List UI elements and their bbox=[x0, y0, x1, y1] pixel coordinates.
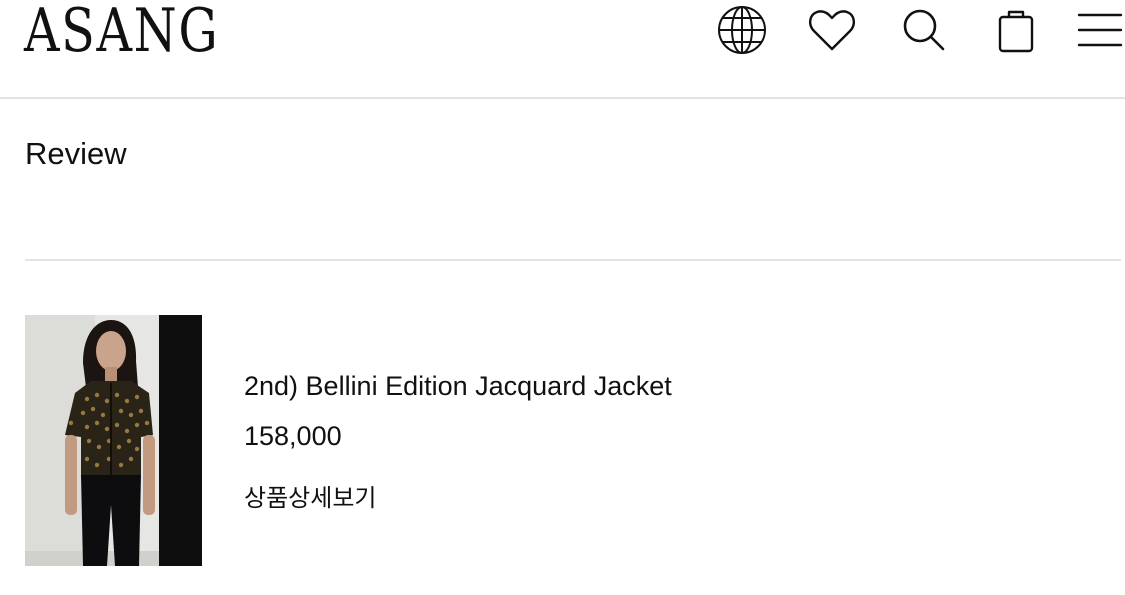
product-detail-link[interactable]: 상품상세보기 bbox=[244, 478, 376, 513]
shopping-bag-icon[interactable] bbox=[990, 4, 1042, 56]
product-image[interactable] bbox=[25, 315, 202, 566]
search-icon[interactable] bbox=[898, 4, 950, 56]
menu-icon[interactable] bbox=[1074, 4, 1125, 56]
product-price: 158,000 bbox=[244, 421, 342, 451]
globe-icon[interactable] bbox=[716, 4, 768, 56]
brand-logo[interactable]: ASANG bbox=[24, 0, 219, 66]
site-header: ASANG bbox=[0, 0, 1125, 98]
heart-icon[interactable] bbox=[806, 4, 858, 56]
product-name[interactable]: 2nd) Bellini Edition Jacquard Jacket bbox=[244, 371, 672, 402]
page-title: Review bbox=[25, 136, 127, 171]
product-photo bbox=[25, 315, 202, 566]
header-divider bbox=[0, 97, 1125, 99]
product-review-page: ASANG Review 2nd) Bellini Edition Jacqua… bbox=[0, 0, 1125, 595]
section-divider bbox=[25, 259, 1121, 261]
